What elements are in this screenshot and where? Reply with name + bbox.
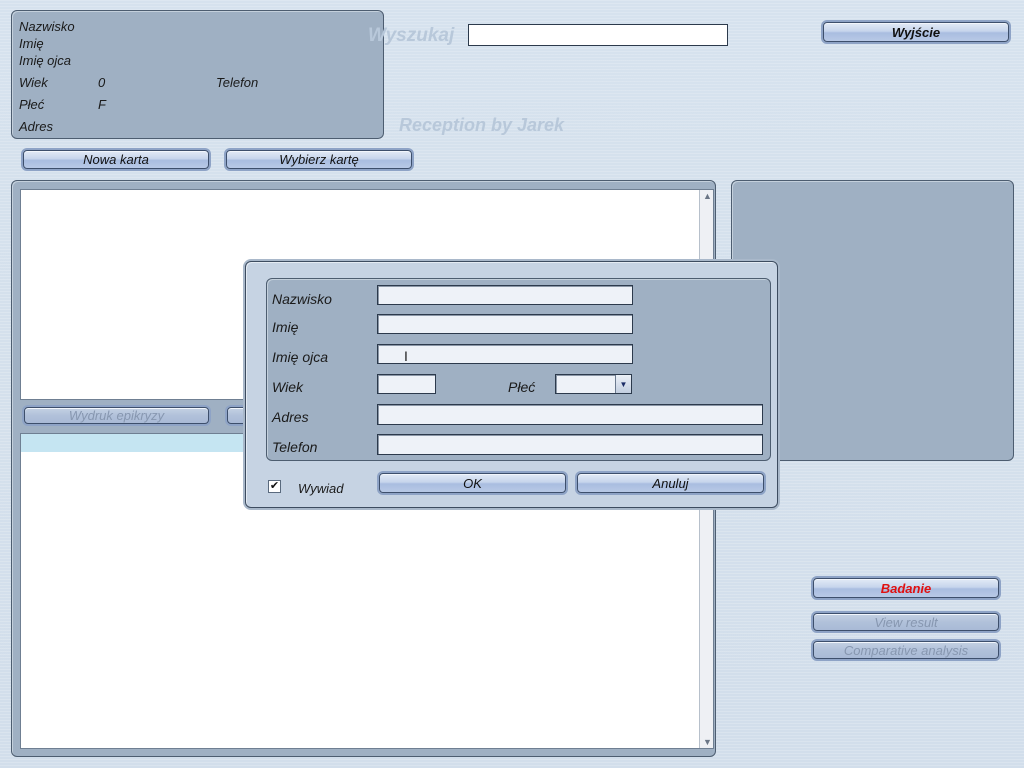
comparative-analysis-label: Comparative analysis bbox=[843, 642, 969, 658]
dialog-name-input[interactable] bbox=[377, 314, 633, 334]
dialog-father-name-label: Imię ojca bbox=[272, 349, 329, 365]
search-input[interactable] bbox=[468, 24, 728, 46]
dialog-form-panel: Nazwisko Imię Imię ojca I Wiek Płeć ▼ Ad… bbox=[266, 278, 771, 461]
new-card-button-label: Nowa karta bbox=[83, 152, 149, 167]
comparative-analysis-button[interactable]: Comparative analysis bbox=[813, 641, 999, 659]
dialog-phone-input[interactable] bbox=[377, 434, 763, 455]
exam-button-label: Badanie bbox=[880, 580, 932, 596]
scroll-down-icon[interactable]: ▼ bbox=[703, 737, 712, 747]
dialog-father-name-input[interactable] bbox=[377, 344, 633, 364]
dialog-address-input[interactable] bbox=[377, 404, 763, 425]
dialog-age-label: Wiek bbox=[272, 379, 303, 395]
view-result-label: View result bbox=[874, 614, 938, 630]
dialog-sex-select[interactable]: ▼ bbox=[555, 374, 632, 394]
dialog-phone-label: Telefon bbox=[272, 439, 318, 455]
patient-surname-label: Nazwisko bbox=[19, 19, 75, 34]
exit-button-label: Wyjście bbox=[891, 24, 941, 40]
new-card-dialog: Nazwisko Imię Imię ojca I Wiek Płeć ▼ Ad… bbox=[245, 261, 778, 508]
choose-card-button-label: Wybierz kartę bbox=[279, 152, 359, 167]
patient-sex-value: F bbox=[98, 97, 106, 112]
patient-name-label: Imię bbox=[19, 36, 44, 51]
patient-sex-label: Płeć bbox=[19, 97, 45, 112]
dialog-sex-label: Płeć bbox=[508, 379, 536, 395]
patient-father-name-label: Imię ojca bbox=[19, 53, 72, 68]
interview-label: Wywiad bbox=[298, 481, 344, 496]
text-cursor-icon: I bbox=[404, 348, 408, 364]
interview-checkbox[interactable]: ✔ bbox=[268, 480, 281, 493]
ok-button[interactable]: OK bbox=[379, 473, 566, 493]
patient-age-label: Wiek bbox=[19, 75, 48, 90]
app-watermark: Reception by Jarek bbox=[399, 115, 565, 135]
scroll-up-icon[interactable]: ▲ bbox=[703, 191, 712, 201]
choose-card-button[interactable]: Wybierz kartę bbox=[226, 150, 412, 169]
exit-button[interactable]: Wyjście bbox=[823, 22, 1009, 42]
search-label: Wyszukaj bbox=[368, 25, 455, 46]
chevron-down-icon[interactable]: ▼ bbox=[615, 375, 631, 393]
cancel-button-label: Anuluj bbox=[652, 475, 689, 491]
dialog-name-label: Imię bbox=[272, 319, 299, 335]
print-epicrisis-label: Wydruk epikryzy bbox=[68, 408, 165, 423]
view-result-button[interactable]: View result bbox=[813, 613, 999, 631]
ok-button-label: OK bbox=[463, 475, 482, 491]
dialog-surname-label: Nazwisko bbox=[272, 291, 332, 307]
exam-button[interactable]: Badanie bbox=[813, 578, 999, 598]
new-card-button[interactable]: Nowa karta bbox=[23, 150, 209, 169]
dialog-address-label: Adres bbox=[272, 409, 309, 425]
print-epicrisis-button[interactable]: Wydruk epikryzy bbox=[24, 407, 209, 424]
patient-address-label: Adres bbox=[19, 119, 53, 134]
cancel-button[interactable]: Anuluj bbox=[577, 473, 764, 493]
dialog-surname-input[interactable] bbox=[377, 285, 633, 305]
patient-age-value: 0 bbox=[98, 75, 106, 90]
patient-phone-label: Telefon bbox=[216, 75, 259, 90]
patient-info-panel: Nazwisko Imię Imię ojca Wiek 0 Telefon P… bbox=[11, 10, 384, 139]
dialog-age-input[interactable] bbox=[377, 374, 436, 394]
